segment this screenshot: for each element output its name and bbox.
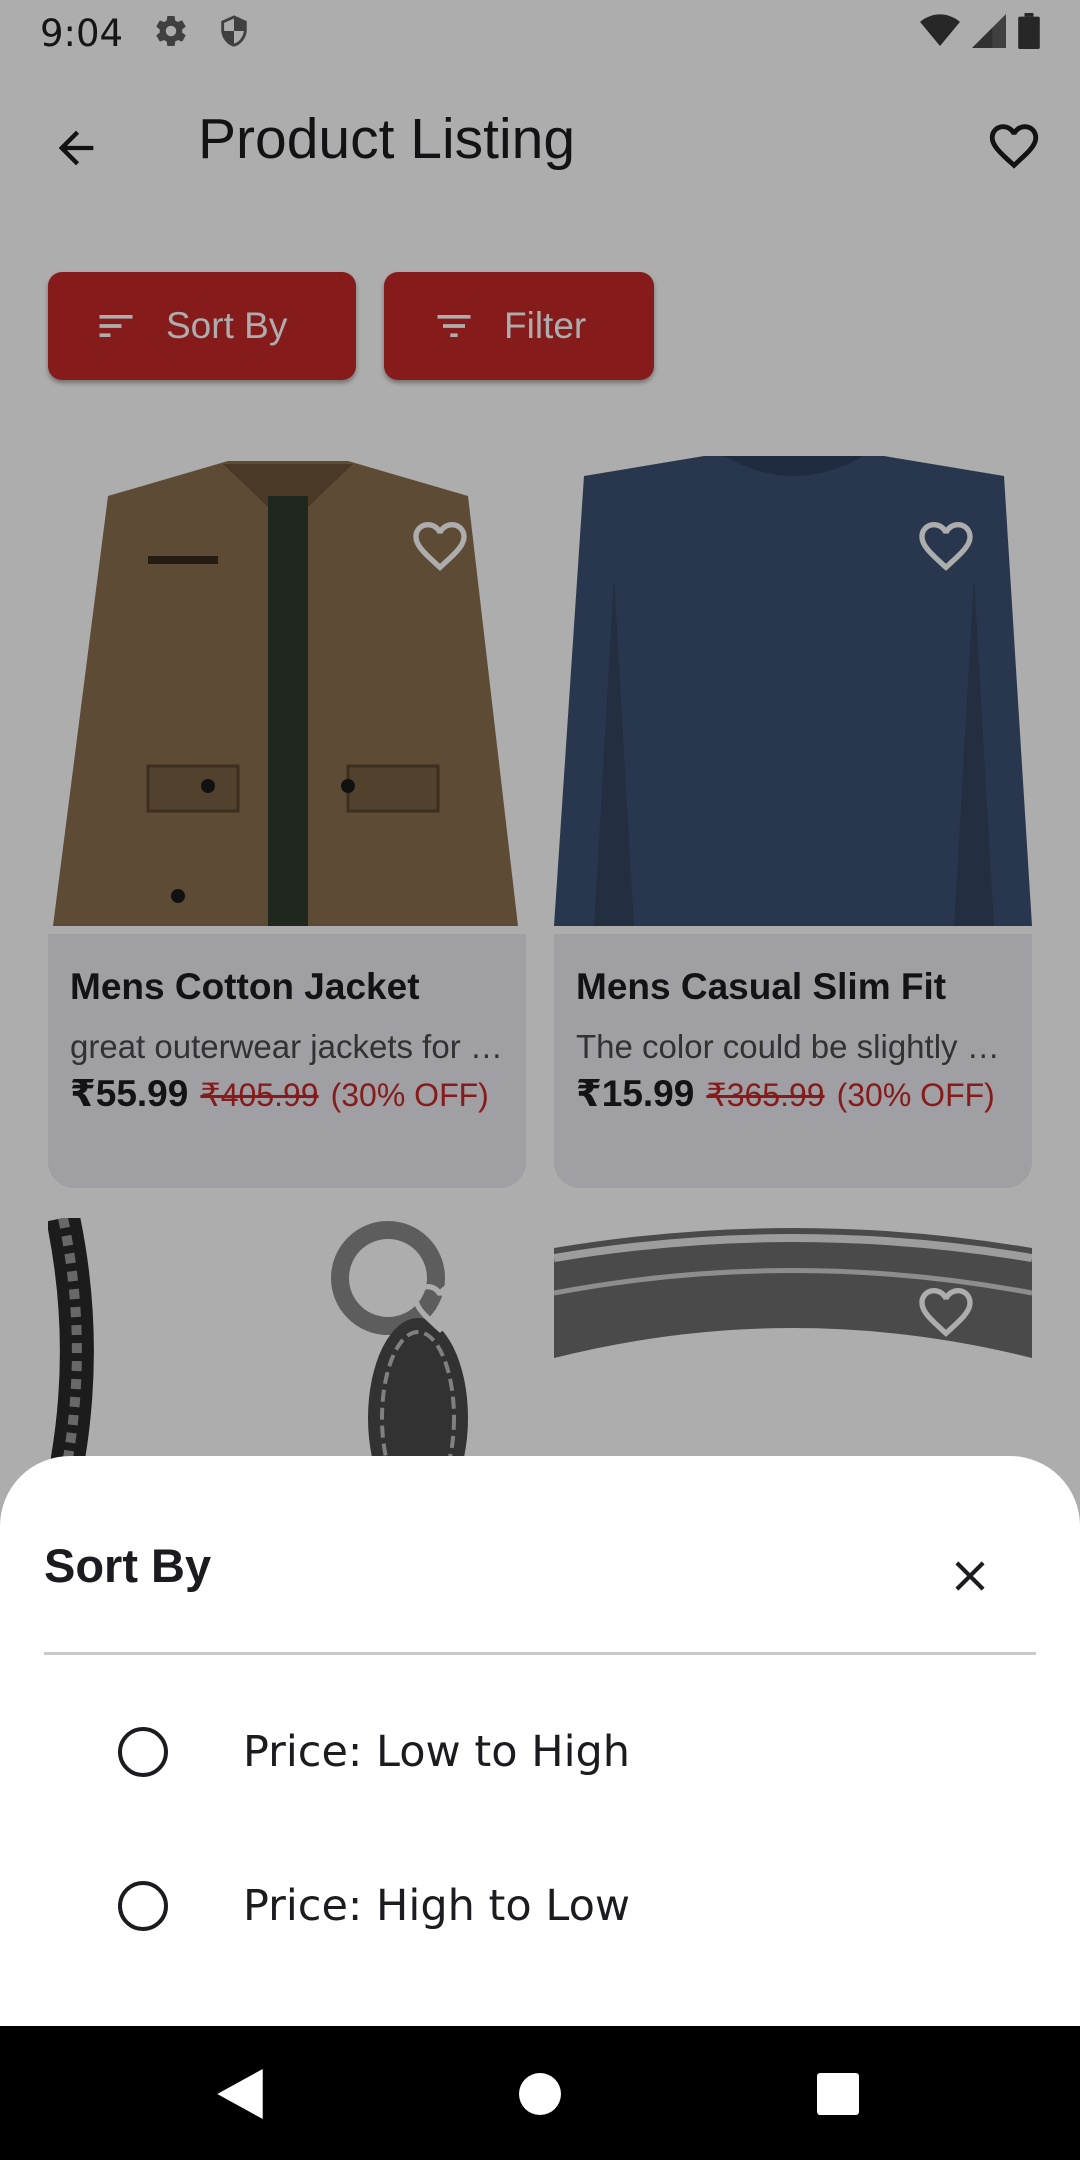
sheet-title: Sort By	[44, 1539, 212, 1592]
triangle-back-icon	[217, 2069, 263, 2119]
sort-option-price-high-low[interactable]: Price: High to Low	[0, 1831, 1080, 1981]
system-navigation-bar	[0, 2026, 1080, 2160]
sort-bottom-sheet: Sort By Price: Low to High Price: High t…	[0, 1456, 1080, 2026]
radio-button[interactable]	[118, 1727, 168, 1777]
radio-button[interactable]	[118, 1881, 168, 1931]
nav-back-button[interactable]	[208, 2062, 272, 2126]
sort-option-label: Price: High to Low	[243, 1881, 631, 1931]
nav-home-button[interactable]	[508, 2062, 572, 2126]
close-icon	[955, 1561, 985, 1591]
sort-option-price-low-high[interactable]: Price: Low to High	[0, 1677, 1080, 1827]
square-recents-icon	[817, 2073, 859, 2115]
close-button[interactable]	[934, 1540, 1006, 1612]
sheet-divider	[44, 1652, 1036, 1655]
circle-home-icon	[519, 2073, 561, 2115]
sort-option-label: Price: Low to High	[243, 1727, 631, 1777]
nav-recents-button[interactable]	[806, 2062, 870, 2126]
